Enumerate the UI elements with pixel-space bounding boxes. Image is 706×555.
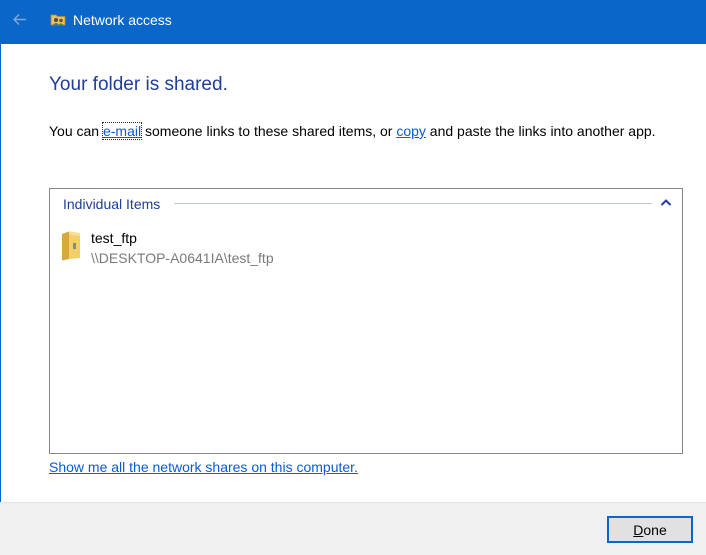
footer-bar: Done	[0, 502, 706, 555]
item-name: test_ftp	[91, 230, 137, 246]
done-button[interactable]: Done	[607, 516, 693, 543]
back-arrow-icon	[13, 14, 26, 25]
folder-icon	[60, 231, 82, 261]
collapse-button[interactable]	[657, 194, 675, 212]
page-heading: Your folder is shared.	[49, 74, 228, 95]
intro-text-end: and paste the links into another app.	[425, 123, 656, 139]
window-border	[0, 44, 1, 502]
back-button[interactable]	[6, 6, 34, 34]
network-share-icon	[50, 11, 66, 27]
intro-text-start: You can	[49, 123, 103, 139]
window-title: Network access	[73, 12, 172, 28]
group-divider	[174, 203, 652, 204]
done-button-mnemonic: D	[633, 521, 644, 538]
title-bar: Network access	[0, 0, 706, 44]
item-path: \\DESKTOP-A0641IA\test_ftp	[91, 250, 274, 266]
done-button-label: one	[643, 521, 667, 538]
email-link[interactable]: e-mail	[101, 122, 143, 140]
intro-text-middle: someone links to these shared items, or	[141, 123, 397, 139]
shared-items-list[interactable]: Individual Items test_ftp \\DESKTOP-A064…	[49, 188, 683, 454]
group-header[interactable]: Individual Items	[63, 195, 165, 213]
chevron-up-icon	[660, 199, 672, 206]
intro-text: You can e-mail someone links to these sh…	[49, 121, 679, 142]
show-network-shares-link[interactable]: Show me all the network shares on this c…	[49, 459, 358, 476]
list-item[interactable]: test_ftp \\DESKTOP-A0641IA\test_ftp	[58, 227, 318, 271]
copy-link[interactable]: copy	[396, 123, 426, 139]
